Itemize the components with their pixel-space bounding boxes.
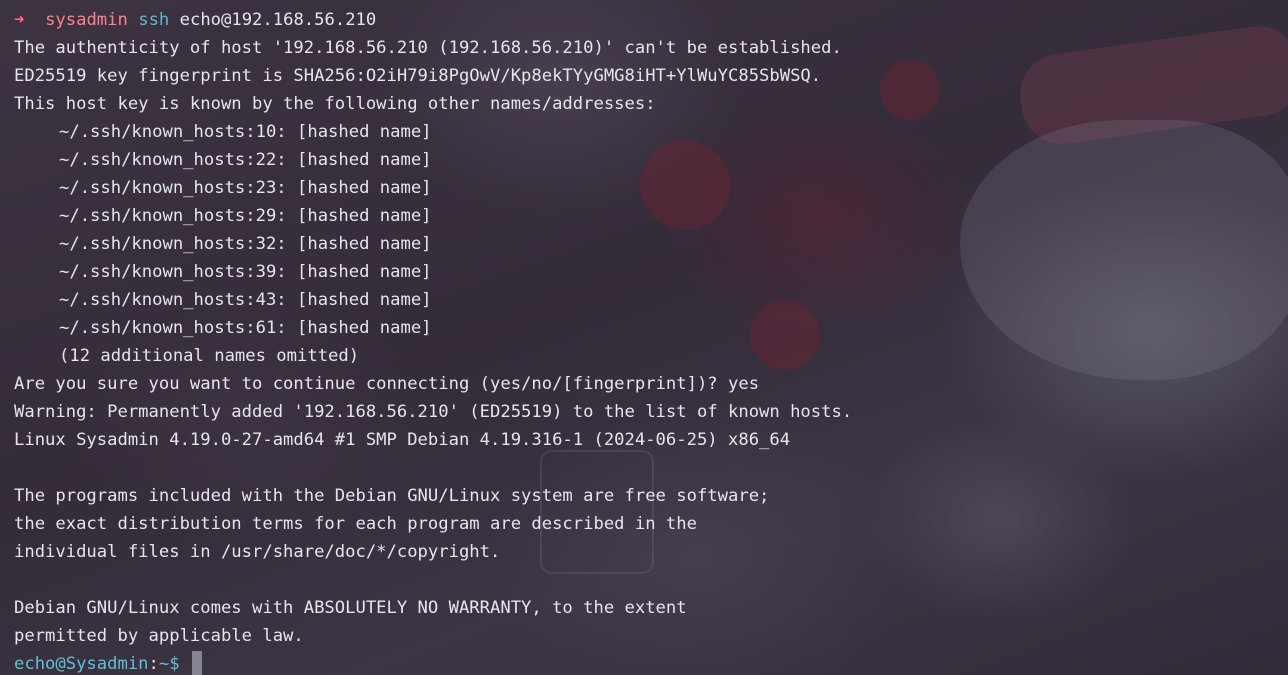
remote-user-host: echo@Sysadmin xyxy=(14,654,149,674)
output-line-known-by: This host key is known by the following … xyxy=(14,94,656,114)
remote-prompt-path: ~$ xyxy=(158,654,180,674)
known-hosts-entry: ~/.ssh/known_hosts:22: [hashed name] xyxy=(59,150,432,170)
known-hosts-entry: ~/.ssh/known_hosts:39: [hashed name] xyxy=(59,262,432,282)
output-line-authenticity: The authenticity of host '192.168.56.210… xyxy=(14,38,842,58)
motd-line: the exact distribution terms for each pr… xyxy=(14,514,697,534)
prompt-line: ➜ sysadmin ssh echo@192.168.56.210 xyxy=(14,6,1288,34)
remote-prompt-line[interactable]: echo@Sysadmin:~$ xyxy=(14,650,1288,675)
known-hosts-entry: ~/.ssh/known_hosts:10: [hashed name] xyxy=(59,122,432,142)
known-hosts-entry: ~/.ssh/known_hosts:61: [hashed name] xyxy=(59,318,432,338)
motd-line: Debian GNU/Linux comes with ABSOLUTELY N… xyxy=(14,598,687,618)
text-cursor[interactable] xyxy=(191,651,202,675)
prompt-directory: sysadmin xyxy=(45,10,128,30)
output-line-warning: Warning: Permanently added '192.168.56.2… xyxy=(14,402,853,422)
output-line-fingerprint: ED25519 key fingerprint is SHA256:O2iH79… xyxy=(14,66,822,86)
terminal-window[interactable]: ➜ sysadmin ssh echo@192.168.56.210 The a… xyxy=(0,0,1288,675)
motd-line: permitted by applicable law. xyxy=(14,626,304,646)
motd-line: The programs included with the Debian GN… xyxy=(14,486,770,506)
motd-line: individual files in /usr/share/doc/*/cop… xyxy=(14,542,501,562)
output-line-confirm: Are you sure you want to continue connec… xyxy=(14,374,760,394)
prompt-arrow-icon: ➜ xyxy=(14,10,25,30)
command-argument: echo@192.168.56.210 xyxy=(179,10,377,30)
known-hosts-entry: ~/.ssh/known_hosts:29: [hashed name] xyxy=(59,206,432,226)
known-hosts-entry: ~/.ssh/known_hosts:32: [hashed name] xyxy=(59,234,432,254)
output-line-omitted: (12 additional names omitted) xyxy=(59,346,360,366)
known-hosts-entry: ~/.ssh/known_hosts:23: [hashed name] xyxy=(59,178,432,198)
remote-prompt-colon: : xyxy=(148,654,159,674)
command-name: ssh xyxy=(138,10,170,30)
known-hosts-entry: ~/.ssh/known_hosts:43: [hashed name] xyxy=(59,290,432,310)
output-line-uname: Linux Sysadmin 4.19.0-27-amd64 #1 SMP De… xyxy=(14,430,791,450)
